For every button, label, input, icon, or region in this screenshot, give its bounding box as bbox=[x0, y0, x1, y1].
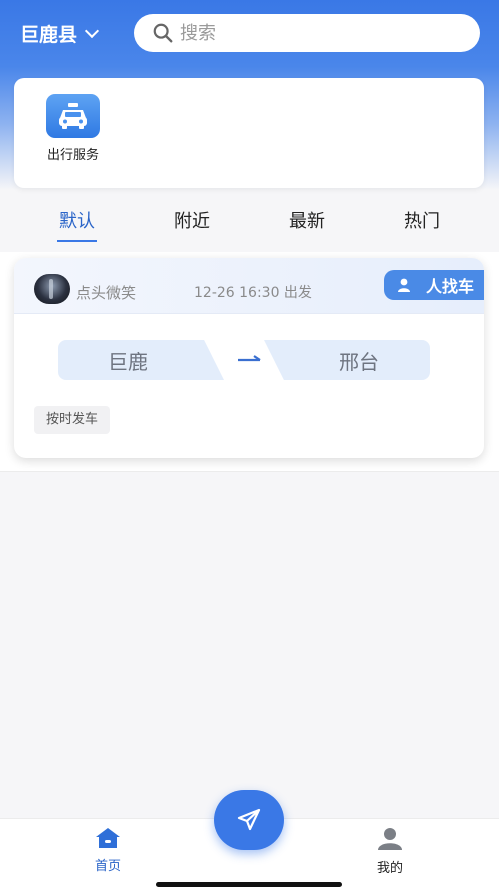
tab-default[interactable]: 默认 bbox=[37, 204, 117, 242]
tab-hot[interactable]: 热门 bbox=[382, 204, 462, 240]
route-destination: 邢台 bbox=[264, 340, 430, 380]
city-selector[interactable]: 巨鹿县 bbox=[20, 20, 100, 46]
departure-time: 12-26 16:30 出发 bbox=[194, 285, 312, 301]
city-label: 巨鹿县 bbox=[20, 23, 78, 46]
tab-nearby[interactable]: 附近 bbox=[152, 204, 232, 240]
home-icon bbox=[96, 828, 120, 848]
driver-name: 点头微笑 bbox=[76, 284, 137, 302]
route-origin: 巨鹿 bbox=[58, 340, 224, 380]
trip-card[interactable]: 点头微笑 12-26 16:30 出发 人找车 巨鹿 邢台 按时发车 bbox=[14, 258, 484, 458]
trip-tag: 按时发车 bbox=[34, 406, 111, 434]
tab-latest[interactable]: 最新 bbox=[267, 204, 347, 240]
taxi-icon bbox=[46, 94, 100, 138]
chevron-down-icon bbox=[84, 23, 100, 38]
service-label: 出行服务 bbox=[46, 148, 99, 163]
service-item-travel[interactable]: 出行服务 bbox=[40, 94, 106, 163]
nav-mine-label: 我的 bbox=[376, 861, 403, 876]
search-bar[interactable] bbox=[134, 14, 480, 52]
arrow-right-icon bbox=[238, 355, 261, 362]
nav-mine[interactable]: 我的 bbox=[360, 827, 420, 876]
avatar[interactable] bbox=[34, 274, 70, 304]
person-icon bbox=[398, 278, 410, 292]
user-icon bbox=[378, 828, 402, 850]
top-bar: 巨鹿县 bbox=[0, 0, 499, 66]
nav-home-label: 首页 bbox=[94, 859, 121, 874]
publish-button[interactable] bbox=[214, 790, 284, 850]
tab-bar: 默认 附近 最新 热门 bbox=[0, 204, 499, 244]
search-icon bbox=[153, 23, 173, 43]
nav-home[interactable]: 首页 bbox=[78, 827, 138, 874]
role-label: 人找车 bbox=[426, 277, 475, 296]
home-indicator bbox=[156, 882, 342, 887]
service-card: 出行服务 bbox=[14, 78, 484, 188]
role-badge: 人找车 bbox=[384, 270, 484, 300]
search-input[interactable] bbox=[180, 22, 460, 44]
send-icon bbox=[237, 808, 261, 831]
